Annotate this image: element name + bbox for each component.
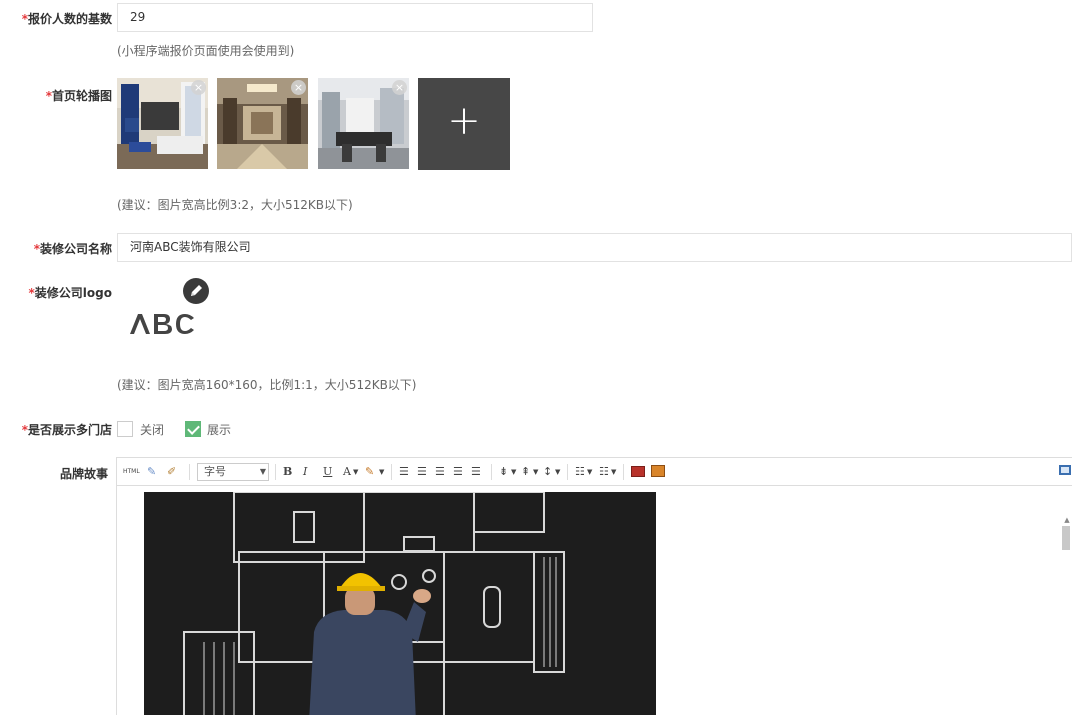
image-icon[interactable] bbox=[631, 466, 645, 477]
blueprint-engineer-image bbox=[144, 492, 656, 715]
scroll-up-icon[interactable]: ▲ bbox=[1062, 516, 1072, 524]
html-source-button[interactable]: HTML bbox=[123, 464, 140, 480]
company-name-label: *装修公司名称 bbox=[33, 242, 112, 256]
base-count-input[interactable]: 29 bbox=[117, 3, 593, 32]
editor-content[interactable]: ▲ bbox=[117, 486, 1072, 715]
chevron-down-icon[interactable]: ▼ bbox=[379, 464, 384, 480]
chevron-down-icon[interactable]: ▼ bbox=[555, 464, 560, 480]
scroll-thumb[interactable] bbox=[1062, 526, 1070, 550]
close-icon[interactable]: × bbox=[291, 80, 306, 95]
chevron-down-icon[interactable]: ▼ bbox=[511, 464, 516, 480]
close-icon[interactable]: × bbox=[392, 80, 407, 95]
multi-store-label: *是否展示多门店 bbox=[21, 423, 112, 437]
fullscreen-icon[interactable] bbox=[1059, 465, 1071, 475]
align-right-icon[interactable]: ☰ bbox=[435, 464, 445, 480]
highlight-icon[interactable]: ✎ bbox=[365, 464, 374, 480]
chevron-down-icon[interactable]: ▼ bbox=[353, 464, 358, 480]
edit-logo-button[interactable] bbox=[183, 278, 209, 304]
unordered-list-icon[interactable]: ☷ bbox=[575, 464, 585, 480]
company-logo-image bbox=[128, 310, 198, 339]
align-justify-icon[interactable]: ☰ bbox=[453, 464, 463, 480]
editor-toolbar: HTML ✎ ✐ 字号 ▼ B I U A ▼ ✎ ▼ ☰ ☰ ☰ ☰ ☰ ⇟ … bbox=[117, 458, 1072, 486]
chevron-down-icon[interactable]: ▼ bbox=[533, 464, 538, 480]
eraser-icon[interactable]: ✎ bbox=[147, 464, 156, 480]
underline-button[interactable]: U bbox=[323, 464, 332, 480]
format-brush-icon[interactable]: ✐ bbox=[167, 464, 176, 480]
chevron-down-icon[interactable]: ▼ bbox=[611, 464, 616, 480]
show-option-label[interactable]: 展示 bbox=[207, 421, 231, 438]
company-name-input[interactable]: 河南ABC装饰有限公司 bbox=[117, 233, 1072, 262]
carousel-image-1[interactable]: × bbox=[117, 78, 208, 169]
add-image-button[interactable]: + bbox=[418, 78, 510, 170]
paragraph-spacing-icon[interactable]: ⇞ bbox=[521, 464, 530, 480]
indent-icon[interactable]: ⇟ bbox=[499, 464, 508, 480]
align-full-icon[interactable]: ☰ bbox=[471, 464, 481, 480]
base-count-row: *报价人数的基数 29 (小程序端报价页面使用会使用到) bbox=[0, 0, 1072, 60]
base-count-hint: (小程序端报价页面使用会使用到) bbox=[117, 44, 295, 58]
base-count-label: *报价人数的基数 bbox=[21, 12, 112, 26]
pencil-icon bbox=[191, 285, 202, 296]
show-checkbox[interactable] bbox=[185, 421, 201, 437]
carousel-image-3[interactable]: × bbox=[318, 78, 409, 169]
align-left-icon[interactable]: ☰ bbox=[399, 464, 409, 480]
close-option-label[interactable]: 关闭 bbox=[140, 421, 164, 438]
company-logo-label: *装修公司logo bbox=[28, 286, 112, 300]
chevron-down-icon: ▼ bbox=[259, 467, 266, 476]
chevron-down-icon[interactable]: ▼ bbox=[587, 464, 592, 480]
align-center-icon[interactable]: ☰ bbox=[417, 464, 427, 480]
italic-button[interactable]: I bbox=[303, 464, 307, 480]
font-size-select[interactable]: 字号 ▼ bbox=[197, 463, 269, 481]
close-checkbox[interactable] bbox=[117, 421, 133, 437]
brand-story-label: 品牌故事 bbox=[59, 467, 108, 481]
font-color-button[interactable]: A bbox=[343, 464, 351, 480]
carousel-image-2[interactable]: × bbox=[217, 78, 308, 169]
carousel-label: *首页轮播图 bbox=[45, 89, 112, 103]
line-height-icon[interactable]: ↕ bbox=[543, 464, 552, 480]
abc-logo bbox=[130, 314, 194, 334]
ordered-list-icon[interactable]: ☷ bbox=[599, 464, 609, 480]
rich-text-editor[interactable]: HTML ✎ ✐ 字号 ▼ B I U A ▼ ✎ ▼ ☰ ☰ ☰ ☰ ☰ ⇟ … bbox=[116, 457, 1072, 715]
multi-image-icon[interactable] bbox=[651, 465, 665, 477]
editor-scrollbar[interactable]: ▲ bbox=[1062, 516, 1072, 715]
bold-button[interactable]: B bbox=[283, 464, 292, 480]
close-icon[interactable]: × bbox=[191, 80, 206, 95]
company-logo-hint: (建议：图片宽高160*160，比例1:1，大小512KB以下) bbox=[117, 378, 417, 392]
carousel-hint: (建议：图片宽高比例3:2，大小512KB以下) bbox=[117, 198, 353, 212]
